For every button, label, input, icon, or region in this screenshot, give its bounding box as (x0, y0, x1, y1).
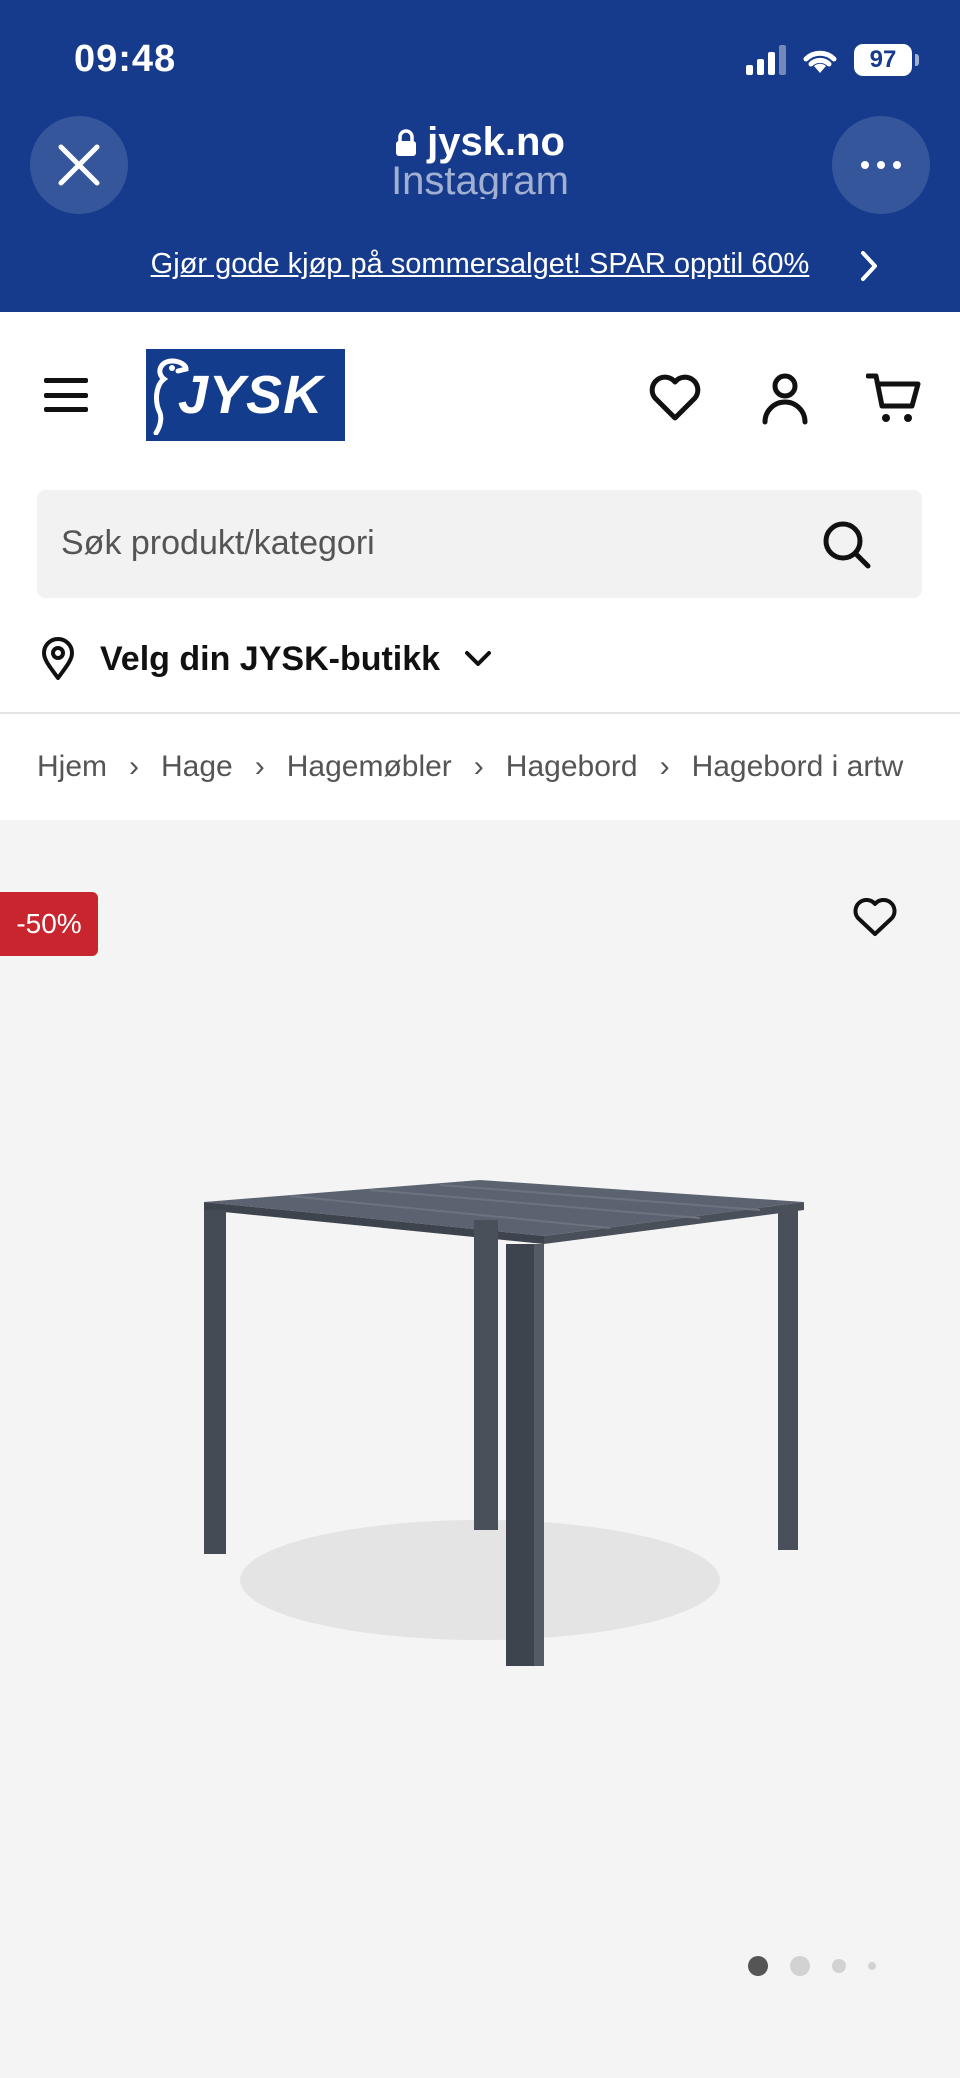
breadcrumb-item-home[interactable]: Hjem (37, 750, 107, 784)
status-time: 09:48 (74, 38, 177, 80)
bird-logo-icon (153, 358, 189, 435)
product-image-garden-table (204, 1180, 804, 1666)
more-icon (861, 161, 901, 169)
breadcrumb-separator-icon: › (659, 750, 670, 783)
chevron-right-icon[interactable] (860, 250, 878, 282)
gallery-dot-2[interactable] (790, 1956, 810, 1976)
cellular-signal-icon (746, 45, 786, 75)
lock-icon (396, 128, 417, 156)
discount-badge: -50% (0, 892, 98, 956)
menu-icon[interactable] (44, 378, 88, 412)
breadcrumb-item-garden-furniture[interactable]: Hagemøbler (287, 750, 452, 784)
store-selector-label: Velg din JYSK-butikk (100, 639, 441, 678)
promo-link[interactable]: Gjør gode kjøp på sommersalget! SPAR opp… (151, 248, 810, 280)
promo-banner[interactable]: Gjør gode kjøp på sommersalget! SPAR opp… (0, 248, 960, 281)
user-icon[interactable] (757, 370, 813, 426)
gallery-dot-3[interactable] (832, 1959, 846, 1973)
search-icon[interactable] (822, 520, 872, 570)
gallery-dot-1[interactable] (748, 1956, 768, 1976)
heart-icon[interactable] (647, 370, 703, 426)
breadcrumb-separator-icon: › (254, 750, 265, 783)
search-field[interactable]: Søk produkt/kategori (37, 490, 922, 598)
site-header: JYSK Søk produkt/kategori Velg din JYSK-… (0, 312, 960, 712)
location-pin-icon (42, 637, 74, 680)
breadcrumb-item-garden[interactable]: Hage (161, 750, 233, 784)
wifi-icon (803, 50, 837, 73)
breadcrumb: Hjem › Hage › Hagemøbler › Hagebord › Ha… (0, 712, 960, 820)
breadcrumb-item-current[interactable]: Hagebord i artw (692, 750, 904, 784)
favorite-heart-icon[interactable] (852, 896, 898, 938)
breadcrumb-item-garden-tables[interactable]: Hagebord (506, 750, 638, 784)
jysk-logo[interactable]: JYSK (146, 349, 345, 441)
in-app-browser-bar: 09:48 97 jysk.no Instagram Gjør gode kjø… (0, 0, 960, 312)
gallery-dot-4[interactable] (868, 1962, 876, 1970)
breadcrumb-separator-icon: › (473, 750, 484, 783)
status-indicators: 97 (746, 44, 919, 76)
cart-icon[interactable] (866, 370, 922, 426)
address-bar[interactable]: jysk.no Instagram (0, 120, 960, 199)
breadcrumb-separator-icon: › (129, 750, 140, 783)
more-options-button[interactable] (832, 116, 930, 214)
logo-wordmark: JYSK (178, 365, 324, 425)
store-selector[interactable]: Velg din JYSK-butikk (40, 637, 492, 681)
search-placeholder: Søk produkt/kategori (61, 524, 375, 562)
url-source: Instagram (391, 159, 569, 199)
battery-indicator: 97 (854, 44, 919, 76)
product-image-gallery[interactable]: -50% (0, 820, 960, 2078)
chevron-down-icon (465, 651, 492, 666)
gallery-pagination (748, 1956, 876, 1976)
